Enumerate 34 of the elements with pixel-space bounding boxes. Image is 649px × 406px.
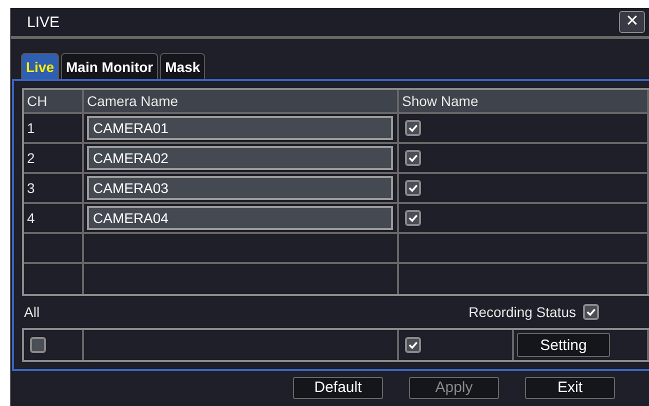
camera-name-field[interactable]: CAMERA02 [87,146,393,170]
tab[interactable]: Mask [160,53,206,79]
table-cell: 1 [24,114,84,142]
checkmark-icon [407,152,419,164]
column-header: Camera Name [84,90,399,112]
all-label: All [24,304,40,320]
table-cell: 4 [24,204,84,232]
select-all-checkbox[interactable] [30,337,46,353]
camera-name-field[interactable]: CAMERA04 [87,206,393,230]
column-header: Show Name [399,90,649,112]
recording-status-label: Recording Status [468,304,576,320]
tab[interactable]: Live [21,53,60,79]
checkmark-icon [407,212,419,224]
tab[interactable]: Main Monitor [61,53,158,79]
recording-status-checkbox[interactable] [583,304,599,320]
table-cell: 2 [24,144,84,172]
checkmark-icon [407,339,419,351]
checkmark-icon [407,122,419,134]
camera-name-field[interactable]: CAMERA01 [87,116,393,140]
dialog-button[interactable]: Exit [525,377,615,399]
window-title: LIVE [27,14,60,30]
checkmark-icon [585,306,597,318]
camera-name-field[interactable]: CAMERA03 [87,176,393,200]
checkbox[interactable] [405,337,421,353]
checkmark-icon [407,182,419,194]
setting-button[interactable]: Setting [517,333,610,357]
dialog-button[interactable]: Default [293,377,383,399]
table-cell: 3 [24,174,84,202]
close-button[interactable]: ✕ [619,11,645,33]
checkbox[interactable] [405,120,421,136]
checkbox[interactable] [405,180,421,196]
checkbox[interactable] [405,210,421,226]
checkbox[interactable] [405,150,421,166]
column-header: CH [24,90,84,112]
